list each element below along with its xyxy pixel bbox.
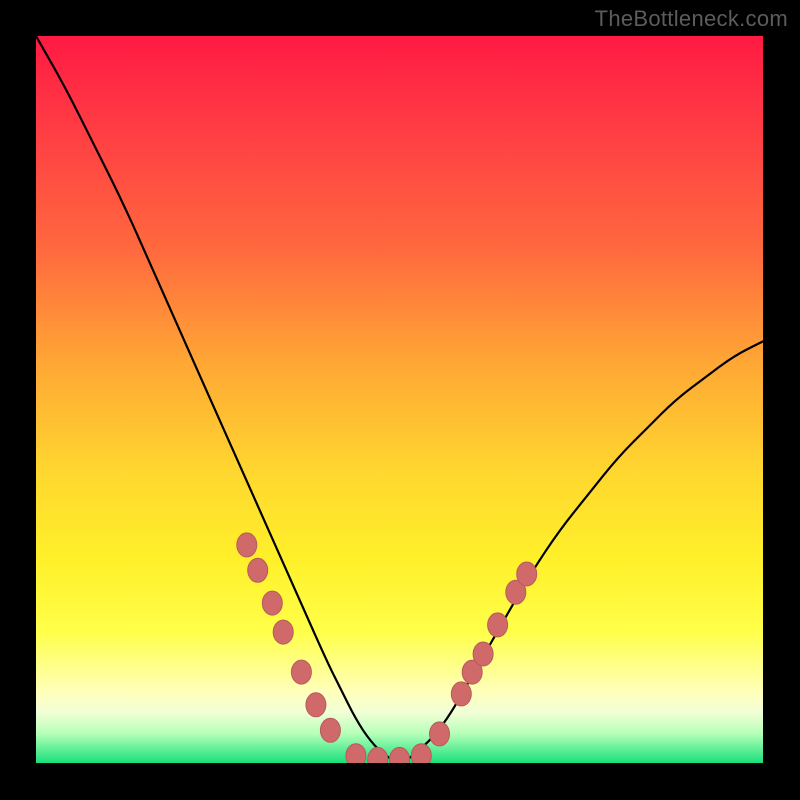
curve-markers — [36, 36, 763, 763]
curve-marker — [273, 620, 293, 644]
curve-marker — [451, 682, 471, 706]
curve-marker — [262, 591, 282, 615]
curve-marker — [248, 558, 268, 582]
curve-marker — [320, 718, 340, 742]
curve-marker — [306, 693, 326, 717]
curve-marker — [237, 533, 257, 557]
curve-marker — [473, 642, 493, 666]
curve-marker — [291, 660, 311, 684]
chart-frame: TheBottleneck.com — [0, 0, 800, 800]
curve-marker — [517, 562, 537, 586]
plot-area — [36, 36, 763, 763]
attribution-text: TheBottleneck.com — [595, 6, 788, 32]
curve-marker — [488, 613, 508, 637]
curve-marker — [346, 744, 366, 763]
curve-marker — [430, 722, 450, 746]
curve-marker — [368, 747, 388, 763]
curve-marker — [411, 744, 431, 763]
curve-marker — [390, 747, 410, 763]
